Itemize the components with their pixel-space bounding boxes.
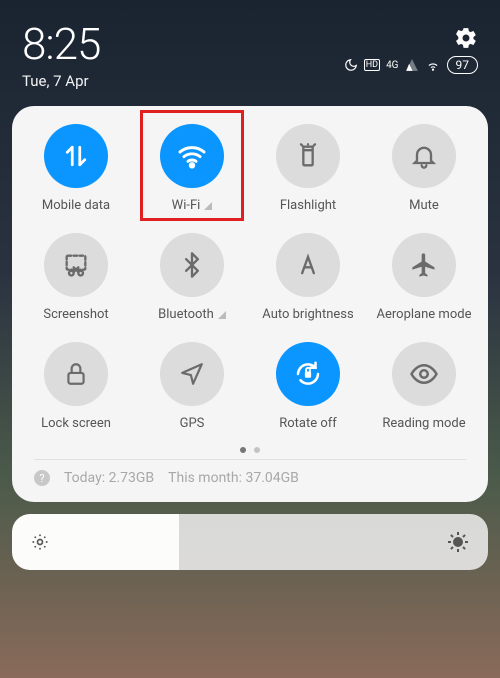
date: Tue, 7 Apr [22,72,100,90]
tile-label: Lock screen [41,416,111,431]
usage-month: This month: 37.04GB [168,470,299,486]
tile-rotate-off[interactable]: Rotate off [252,342,364,431]
signal-mini-icon [218,311,226,319]
tile-auto-brightness[interactable]: Auto brightness [252,233,364,322]
tile-label: GPS [180,416,205,431]
usage-today: Today: 2.73GB [64,470,154,486]
tile-wifi[interactable]: Wi-Fi [136,124,248,213]
tile-label: Reading mode [382,416,465,431]
quick-settings-panel: Mobile data Wi-Fi Flashlight Mute [12,106,488,502]
eye-icon [392,342,456,406]
tile-label: Rotate off [279,416,337,431]
brightness-slider[interactable] [12,514,488,570]
page-dot-2 [254,447,260,453]
tile-label: Mobile data [42,198,110,213]
clock: 8:25 [22,18,100,70]
network-type: 4G [386,60,398,71]
tile-label: Screenshot [43,307,108,322]
tile-label: Bluetooth [158,307,226,322]
rotate-lock-icon [276,342,340,406]
tile-gps[interactable]: GPS [136,342,248,431]
signal-mini-icon [204,202,212,210]
battery-indicator: 97 [447,56,479,74]
wifi-icon [160,124,224,188]
tile-label: Wi-Fi [172,198,213,213]
help-icon: ? [34,470,50,486]
tile-lock-screen[interactable]: Lock screen [20,342,132,431]
location-arrow-icon [160,342,224,406]
status-icons: HD 4G 97 [344,56,478,74]
tile-flashlight[interactable]: Flashlight [252,124,364,213]
tile-bluetooth[interactable]: Bluetooth [136,233,248,322]
tile-aeroplane[interactable]: Aeroplane mode [368,233,480,322]
lock-icon [44,342,108,406]
tile-label: Auto brightness [262,307,353,322]
brightness-low-icon [30,532,50,552]
scissors-icon [44,233,108,297]
mobile-data-icon [44,124,108,188]
tile-mobile-data[interactable]: Mobile data [20,124,132,213]
bell-icon [392,124,456,188]
tile-label: Flashlight [280,198,336,213]
flashlight-icon [276,124,340,188]
signal-icon [405,58,419,72]
volte-icon: HD [364,59,380,71]
page-indicator [20,447,480,453]
page-dot-1 [240,447,246,453]
tile-label: Aeroplane mode [377,307,472,322]
tile-reading-mode[interactable]: Reading mode [368,342,480,431]
wifi-status-icon [425,58,441,72]
data-usage-row[interactable]: ? Today: 2.73GB This month: 37.04GB [20,460,480,492]
auto-brightness-icon [276,233,340,297]
tile-screenshot[interactable]: Screenshot [20,233,132,322]
airplane-icon [392,233,456,297]
bluetooth-icon [160,233,224,297]
tile-label: Mute [409,198,439,213]
tile-mute[interactable]: Mute [368,124,480,213]
settings-icon[interactable] [454,26,478,50]
status-bar: 8:25 Tue, 7 Apr HD 4G 97 [0,0,500,98]
dnd-moon-icon [344,58,358,72]
brightness-high-icon [446,530,470,554]
